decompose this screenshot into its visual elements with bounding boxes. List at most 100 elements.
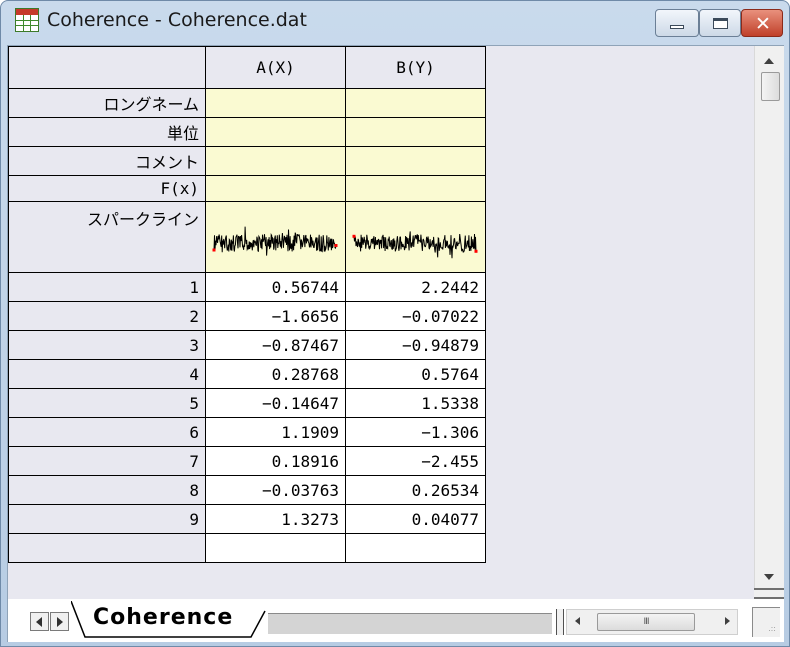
row-label-fx[interactable]: F(x) [8,175,206,202]
row-label-sparklines[interactable]: スパークライン [8,201,206,273]
vertical-scroll-thumb[interactable] [761,72,780,101]
longname-cell-b[interactable] [345,88,486,118]
table-row: 9 1.3273 0.04077 [8,504,486,534]
worksheet-window: Coherence - Coherence.dat ✕ A(X) B(Y) ロン… [0,0,790,647]
row-index[interactable]: 5 [8,388,206,418]
row-index[interactable]: 1 [8,272,206,302]
worksheet-grid-icon [15,8,39,32]
scroll-right-icon[interactable] [725,617,730,625]
sparkline-trace [213,226,337,256]
comments-cell-b[interactable] [345,146,486,176]
meta-row-sparklines: スパークライン [8,201,486,273]
maximize-button[interactable] [699,9,741,37]
cell-b[interactable]: −0.07022 [345,301,486,331]
cell-b[interactable]: −1.306 [345,417,486,447]
tab-next-button[interactable] [50,612,69,631]
worksheet-table: A(X) B(Y) ロングネーム 単位 コメント F(x) スパークライン 1 … [8,46,486,563]
sheet-tab-bar: Coherence III .:: [8,599,784,642]
cell-b[interactable] [345,533,486,563]
vertical-scrollbar[interactable] [754,46,784,599]
resize-grip[interactable]: .:: [752,607,780,637]
meta-row-comments: コメント [8,146,486,176]
table-row: 5 −0.14647 1.5338 [8,388,486,418]
row-index[interactable]: 7 [8,446,206,476]
scroll-left-icon[interactable] [575,617,580,625]
cell-a[interactable]: −0.87467 [205,330,346,360]
cell-a[interactable]: 1.3273 [205,504,346,534]
row-label-longname[interactable]: ロングネーム [8,88,206,118]
tab-next-icon [57,617,63,627]
column-header-row: A(X) B(Y) [8,46,486,89]
resize-grip-icon: .:: [768,624,776,633]
worksheet-grid[interactable]: A(X) B(Y) ロングネーム 単位 コメント F(x) スパークライン 1 … [8,46,754,599]
longname-cell-a[interactable] [205,88,346,118]
close-button[interactable]: ✕ [741,9,783,37]
tab-prev-icon [36,617,42,627]
horizontal-split-handle[interactable] [754,588,784,599]
row-index[interactable]: 6 [8,417,206,447]
minimize-button[interactable] [655,9,699,37]
cell-a[interactable]: −0.03763 [205,475,346,505]
cell-b[interactable]: 2.2442 [345,272,486,302]
corner-cell[interactable] [8,46,206,89]
row-label-comments[interactable]: コメント [8,146,206,176]
sheet-tab-label: Coherence [93,605,234,630]
sparkline-trace [353,231,477,259]
row-index[interactable]: 3 [8,330,206,360]
cell-a[interactable]: −1.6656 [205,301,346,331]
sparkline-cell-a[interactable] [205,201,346,273]
cell-a[interactable]: 0.18916 [205,446,346,476]
table-row: 2 −1.6656 −0.07022 [8,301,486,331]
meta-row-longname: ロングネーム [8,88,486,118]
sparkline-b [352,231,478,259]
table-row: 6 1.1909 −1.306 [8,417,486,447]
tab-scroll-splitter[interactable] [556,609,564,635]
row-index[interactable] [8,533,206,563]
column-header-a[interactable]: A(X) [205,46,346,89]
cell-b[interactable]: −0.94879 [345,330,486,360]
cell-a[interactable] [205,533,346,563]
title-bar[interactable]: Coherence - Coherence.dat ✕ [1,1,789,45]
scroll-up-icon[interactable] [764,58,774,64]
cell-b[interactable]: 1.5338 [345,388,486,418]
comments-cell-a[interactable] [205,146,346,176]
minimize-icon [670,25,684,29]
row-index[interactable]: 2 [8,301,206,331]
cell-b[interactable]: 0.04077 [345,504,486,534]
meta-row-units: 単位 [8,117,486,147]
units-cell-b[interactable] [345,117,486,147]
column-header-b[interactable]: B(Y) [345,46,486,89]
table-row [8,533,486,563]
row-index[interactable]: 9 [8,504,206,534]
row-index[interactable]: 8 [8,475,206,505]
worksheet-client-area: A(X) B(Y) ロングネーム 単位 コメント F(x) スパークライン 1 … [7,45,784,642]
row-index[interactable]: 4 [8,359,206,389]
cell-b[interactable]: −2.455 [345,446,486,476]
table-row: 4 0.28768 0.5764 [8,359,486,389]
row-label-units[interactable]: 単位 [8,117,206,147]
sparkline-cell-b[interactable] [345,201,486,273]
cell-a[interactable]: −0.14647 [205,388,346,418]
sparkline-start-marker [352,234,356,238]
units-cell-a[interactable] [205,117,346,147]
cell-b[interactable]: 0.5764 [345,359,486,389]
tab-area-background [268,613,552,634]
cell-a[interactable]: 0.28768 [205,359,346,389]
table-row: 1 0.56744 2.2442 [8,272,486,302]
fx-cell-a[interactable] [205,175,346,202]
horizontal-scrollbar[interactable]: III [566,609,738,635]
close-icon: ✕ [755,13,771,35]
cell-b[interactable]: 0.26534 [345,475,486,505]
meta-row-fx: F(x) [8,175,486,202]
maximize-icon [713,18,728,29]
horizontal-scroll-thumb[interactable]: III [597,613,695,631]
table-row: 8 −0.03763 0.26534 [8,475,486,505]
fx-cell-b[interactable] [345,175,486,202]
scroll-down-icon[interactable] [764,574,774,580]
tab-prev-button[interactable] [30,612,49,631]
sparkline-end-marker [334,244,338,247]
cell-a[interactable]: 1.1909 [205,417,346,447]
cell-a[interactable]: 0.56744 [205,272,346,302]
sparkline-start-marker [212,248,216,252]
table-row: 3 −0.87467 −0.94879 [8,330,486,360]
